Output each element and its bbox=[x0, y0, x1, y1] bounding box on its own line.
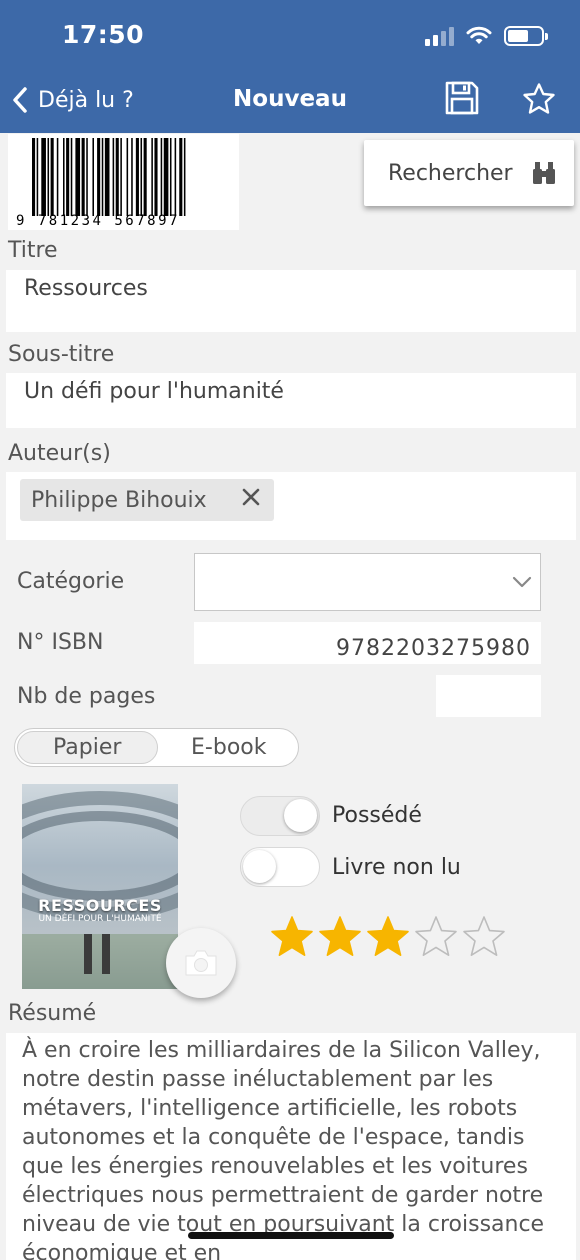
barcode-image: 9 781234 567897 bbox=[8, 134, 239, 230]
rating-star-3[interactable] bbox=[364, 914, 412, 962]
search-button[interactable]: Rechercher bbox=[364, 140, 574, 206]
status-time: 17:50 bbox=[62, 20, 145, 49]
subtitle-label: Sous-titre bbox=[8, 342, 115, 367]
wifi-icon bbox=[466, 26, 492, 44]
pages-field[interactable] bbox=[436, 675, 541, 717]
barcode-digits: 9 781234 567897 bbox=[16, 213, 180, 229]
isbn-label: N° ISBN bbox=[17, 630, 104, 655]
rating-star-1[interactable] bbox=[268, 914, 316, 962]
signal-icon bbox=[425, 26, 454, 46]
category-label: Catégorie bbox=[17, 569, 125, 594]
save-icon[interactable] bbox=[444, 80, 480, 116]
status-icons bbox=[425, 24, 548, 48]
unread-toggle[interactable] bbox=[240, 847, 320, 887]
summary-field[interactable]: À en croire les milliardaires de la Sili… bbox=[6, 1033, 576, 1260]
rating-star-4[interactable] bbox=[412, 914, 460, 962]
unread-label: Livre non lu bbox=[332, 855, 461, 880]
cover-artwork bbox=[22, 791, 178, 989]
title-label: Titre bbox=[8, 238, 58, 263]
page-title: Nouveau bbox=[233, 86, 347, 112]
camera-button[interactable] bbox=[166, 928, 236, 998]
chevron-down-icon bbox=[512, 576, 532, 588]
summary-label: Résumé bbox=[8, 1001, 97, 1026]
format-option-paper[interactable]: Papier bbox=[17, 731, 158, 764]
book-cover-image: RESSOURCES UN DÉFI POUR L'HUMANITÉ bbox=[22, 784, 178, 989]
rating-star-5[interactable] bbox=[460, 914, 508, 962]
pages-label: Nb de pages bbox=[17, 684, 156, 709]
authors-label: Auteur(s) bbox=[8, 441, 111, 466]
title-field[interactable]: Ressources bbox=[6, 270, 576, 332]
owned-label: Possédé bbox=[332, 803, 422, 828]
cover-subtitle: UN DÉFI POUR L'HUMANITÉ bbox=[38, 914, 162, 924]
favorite-star-icon[interactable] bbox=[522, 82, 556, 116]
author-chip-label: Philippe Bihouix bbox=[31, 487, 207, 513]
remove-author-icon[interactable] bbox=[240, 486, 262, 508]
camera-icon bbox=[185, 950, 217, 976]
top-bar: 17:50 Déjà lu ? Nouveau bbox=[0, 0, 580, 133]
home-indicator bbox=[188, 1232, 394, 1239]
owned-toggle[interactable] bbox=[240, 796, 320, 836]
isbn-field[interactable]: 9782203275980 bbox=[194, 622, 541, 664]
rating-stars bbox=[268, 914, 508, 964]
battery-icon bbox=[504, 26, 548, 46]
author-chip[interactable]: Philippe Bihouix bbox=[20, 479, 274, 521]
binoculars-icon bbox=[532, 162, 555, 184]
category-select[interactable] bbox=[194, 553, 541, 611]
search-button-label: Rechercher bbox=[388, 160, 513, 186]
format-segmented-control: Papier E-book bbox=[14, 728, 299, 767]
rating-star-2[interactable] bbox=[316, 914, 364, 962]
subtitle-field[interactable]: Un défi pour l'humanité bbox=[6, 373, 576, 428]
cover-title: RESSOURCES bbox=[38, 896, 162, 915]
format-option-ebook[interactable]: E-book bbox=[160, 729, 299, 766]
